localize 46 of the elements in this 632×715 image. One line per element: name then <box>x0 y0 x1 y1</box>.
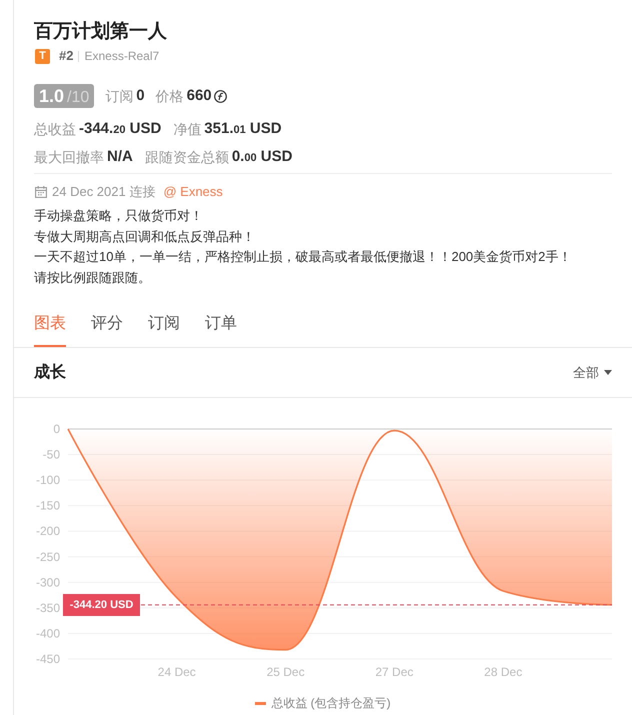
stat-label: 订阅 <box>105 87 134 106</box>
tab[interactable]: 评分 <box>91 303 123 347</box>
y-axis-label: -350 <box>36 600 60 615</box>
y-axis-label: -100 <box>36 473 60 488</box>
x-axis-label: 25 Dec <box>266 665 305 679</box>
server-name: Exness-Real7 <box>84 48 160 64</box>
y-axis-label: -450 <box>36 652 60 666</box>
y-axis-label: -200 <box>36 524 60 538</box>
chart-title: 成长 <box>34 362 66 382</box>
y-axis-label: -150 <box>36 498 60 513</box>
legend-swatch-icon <box>255 702 266 704</box>
stat-value: 660 <box>186 86 212 106</box>
x-axis-label: 28 Dec <box>484 665 522 679</box>
connect-date: 24 Dec 2021 连接 <box>52 183 156 201</box>
coin-icon <box>214 90 227 102</box>
y-axis-label: -50 <box>42 448 60 462</box>
stat-value: 0.00 USD <box>232 146 292 166</box>
current-value-tag: -344.20 USD <box>63 594 140 616</box>
description-line: 专做大周期高点回调和低点反弹品种！ <box>34 228 256 246</box>
stat-label: 总收益 <box>34 120 76 139</box>
stat-label: 价格 <box>156 87 184 106</box>
type-badge: T <box>35 48 50 64</box>
stat-value: 351.01 USD <box>204 118 282 138</box>
page-title: 百万计划第一人 <box>34 20 168 44</box>
stat-value: -344.20 USD <box>79 118 162 138</box>
description-line: 一天不超过10单，一单一结，严格控制止损，破最高或者最低便撤退！！200美金货币对2手！ <box>34 248 572 266</box>
range-dropdown[interactable]: 全部 <box>573 364 612 382</box>
caret-icon <box>604 370 612 375</box>
stat-label: 最大回撤率 <box>34 148 104 167</box>
stat-value: 0 <box>136 86 145 106</box>
description-line: 手动操盘策略，只做货币对！ <box>34 207 204 225</box>
rank-text: #2 <box>59 48 74 64</box>
y-axis-label: -300 <box>36 575 60 590</box>
x-axis-label: 27 Dec <box>375 665 414 679</box>
tab[interactable]: 订单 <box>205 303 237 347</box>
stat-label: 净值 <box>173 120 202 139</box>
tab[interactable]: 订阅 <box>148 303 180 347</box>
description-line: 请按比例跟随跟随。 <box>34 268 152 286</box>
calendar-icon <box>35 186 47 198</box>
y-axis-label: -400 <box>36 626 60 640</box>
stat-value: N/A <box>107 147 133 167</box>
legend-label: 总收益 (包含持仓盈亏) <box>271 695 391 711</box>
stat-label: 跟随资金总额 <box>144 148 229 167</box>
x-axis-label: 24 Dec <box>158 665 196 679</box>
y-axis-label: 0 <box>53 422 60 436</box>
y-axis-label: -250 <box>36 550 60 564</box>
